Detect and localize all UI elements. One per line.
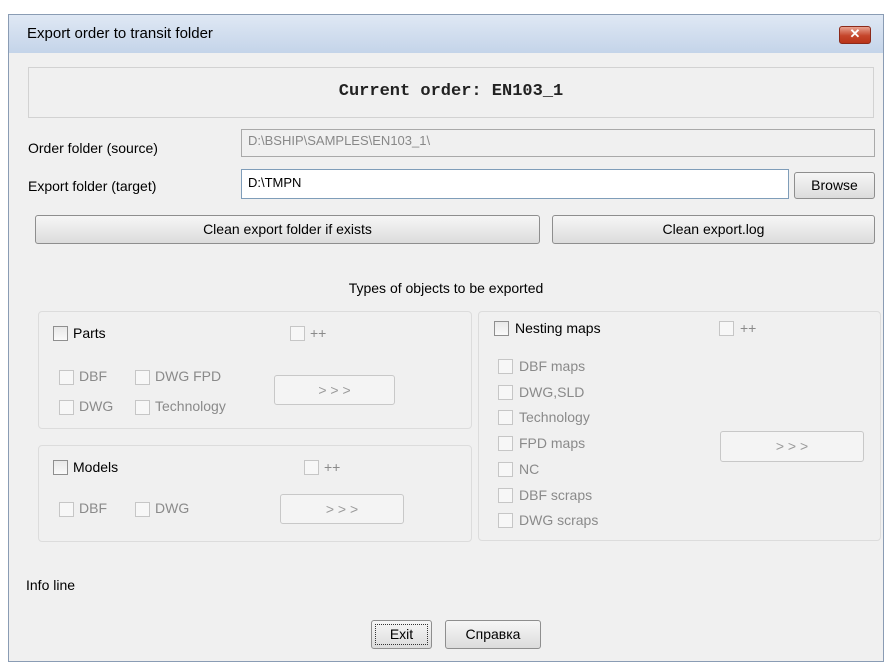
nesting-dwg-scraps-label: DWG scraps (519, 512, 599, 528)
nesting-technology-label: Technology (519, 409, 590, 425)
focus-rectangle (375, 624, 428, 645)
current-order-text: Current order: EN103_1 (338, 82, 564, 101)
export-folder-input[interactable]: D:\TMPN (241, 169, 789, 199)
models-more-button: > > > (280, 494, 404, 524)
export-folder-label: Export folder (target) (28, 178, 157, 194)
parts-dwg-fpd-label: DWG FPD (155, 368, 222, 384)
title-bar: Export order to transit folder ✕ (9, 15, 883, 53)
nesting-group (478, 311, 881, 541)
help-button[interactable]: Справка (445, 620, 541, 649)
nesting-nc-label: NC (519, 461, 540, 477)
nesting-dwg-scraps-checkbox (498, 513, 513, 528)
parts-dwg-label: DWG (79, 398, 114, 414)
models-dwg-checkbox (135, 502, 150, 517)
nesting-dbf-maps-label: DBF maps (519, 358, 586, 374)
order-folder-field: D:\BSHIP\SAMPLES\EN103_1\ (241, 129, 875, 157)
nesting-plusplus-checkbox (719, 321, 734, 336)
nesting-nc-checkbox (498, 462, 513, 477)
models-plusplus-label: ++ (324, 459, 341, 475)
clean-export-log-button[interactable]: Clean export.log (552, 215, 875, 244)
clean-export-folder-button[interactable]: Clean export folder if exists (35, 215, 540, 244)
parts-plusplus-label: ++ (310, 325, 327, 341)
close-icon: ✕ (849, 26, 861, 41)
nesting-dwg-sld-label: DWG,SLD (519, 384, 585, 400)
models-dbf-checkbox (59, 502, 74, 517)
models-dwg-label: DWG (155, 500, 190, 516)
parts-plusplus-checkbox (290, 326, 305, 341)
parts-dbf-checkbox (59, 370, 74, 385)
types-title: Types of objects to be exported (348, 280, 544, 296)
nesting-more-button: > > > (720, 431, 864, 462)
models-label: Models (73, 459, 119, 475)
parts-technology-label: Technology (155, 398, 226, 414)
order-folder-label: Order folder (source) (28, 140, 158, 156)
nesting-dbf-scraps-checkbox (498, 488, 513, 503)
nesting-dbf-maps-checkbox (498, 359, 513, 374)
parts-label: Parts (73, 325, 106, 341)
exit-button[interactable]: Exit (371, 620, 432, 649)
nesting-fpd-maps-label: FPD maps (519, 435, 586, 451)
nesting-checkbox[interactable] (494, 321, 509, 336)
nesting-dwg-sld-checkbox (498, 385, 513, 400)
models-plusplus-checkbox (304, 460, 319, 475)
parts-technology-checkbox (135, 400, 150, 415)
window-title: Export order to transit folder (27, 25, 213, 42)
parts-checkbox[interactable] (53, 326, 68, 341)
parts-dbf-label: DBF (79, 368, 107, 384)
browse-button[interactable]: Browse (794, 172, 875, 199)
current-order-panel: Current order: EN103_1 (28, 67, 874, 118)
parts-dwg-checkbox (59, 400, 74, 415)
nesting-fpd-maps-checkbox (498, 436, 513, 451)
parts-more-button: > > > (274, 375, 395, 405)
nesting-label: Nesting maps (515, 320, 601, 336)
models-dbf-label: DBF (79, 500, 107, 516)
nesting-plusplus-label: ++ (740, 320, 757, 336)
nesting-dbf-scraps-label: DBF scraps (519, 487, 593, 503)
nesting-technology-checkbox (498, 410, 513, 425)
info-line: Info line (26, 577, 76, 593)
models-checkbox[interactable] (53, 460, 68, 475)
export-dialog: Export order to transit folder ✕ Current… (8, 14, 884, 662)
parts-dwg-fpd-checkbox (135, 370, 150, 385)
close-button[interactable]: ✕ (839, 26, 871, 44)
